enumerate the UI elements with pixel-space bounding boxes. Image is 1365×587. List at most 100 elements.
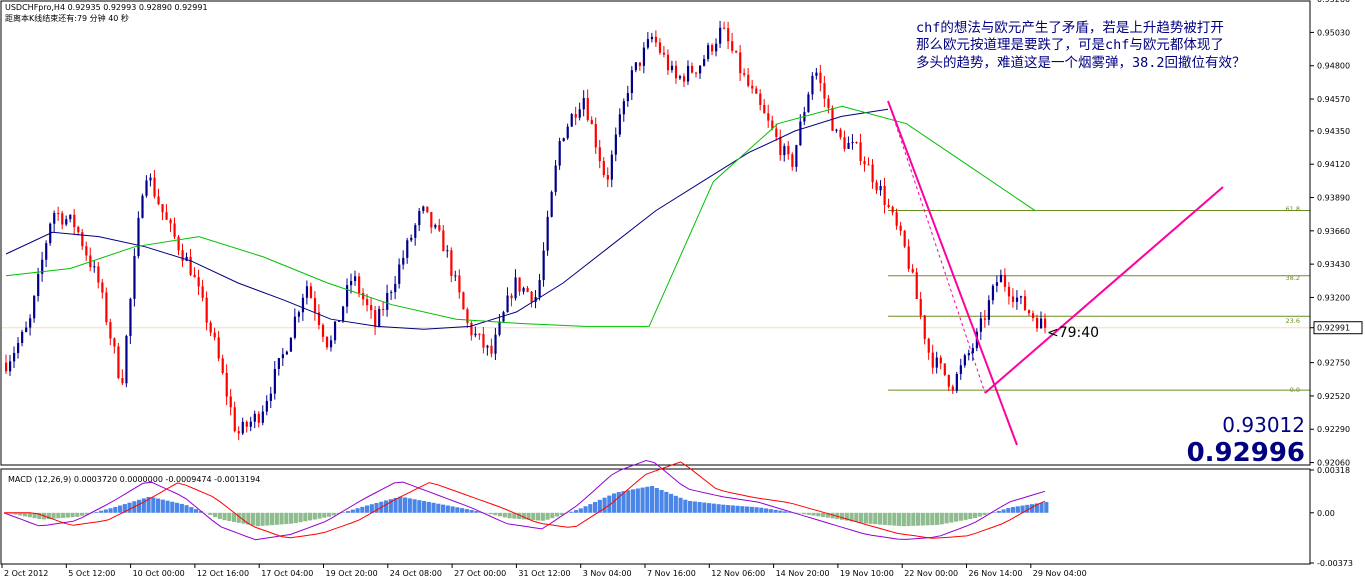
macd-histogram-bar (70, 512, 75, 518)
candle-body (217, 337, 220, 359)
time-tick-label: 3 Nov 04:00 (583, 569, 632, 578)
candle-body (642, 47, 646, 66)
annotation-line-1: chf的想法与欧元产生了矛盾，若是上升趋势被打开 (916, 19, 1224, 36)
macd-histogram-bar (80, 512, 85, 516)
candle-body (674, 65, 678, 79)
macd-histogram-bar (545, 512, 550, 520)
macd-histogram-bar (659, 489, 664, 513)
candle-body (602, 161, 605, 176)
price-tick-label: 0.94800 (1317, 62, 1350, 71)
candle-body (21, 331, 24, 344)
candle-body (354, 276, 357, 282)
candle-body (1007, 286, 1011, 297)
macd-histogram-bar (289, 512, 294, 524)
candle-body (442, 230, 445, 252)
macd-histogram-bar (635, 488, 640, 513)
candle-body (931, 352, 934, 368)
candle-body (333, 321, 337, 341)
candle-body (991, 285, 995, 301)
macd-histogram-bar (778, 510, 783, 513)
macd-histogram-bar (540, 512, 545, 521)
macd-histogram-bar (355, 508, 360, 513)
macd-histogram-bar (745, 506, 750, 513)
candle (289, 337, 293, 352)
macd-tick-label: -0.00373 (1317, 559, 1353, 568)
candle-body (189, 256, 192, 275)
macd-histogram-bar (811, 512, 816, 516)
candle-body (57, 213, 60, 215)
macd-histogram-bar (165, 500, 170, 513)
candle-body (305, 286, 309, 298)
macd-histogram-bar (455, 507, 460, 513)
candle (558, 137, 561, 170)
macd-histogram-bar (711, 503, 716, 513)
macd-histogram-bar (141, 498, 146, 513)
macd-histogram-bar (179, 503, 184, 513)
macd-histogram-bar (350, 509, 355, 513)
candle-body (719, 27, 722, 44)
candle-body (498, 321, 501, 335)
macd-histogram-bar (916, 512, 921, 526)
candle (807, 91, 810, 113)
candle-body (819, 72, 822, 84)
macd-histogram-bar (312, 512, 317, 520)
macd-histogram-bar (631, 489, 636, 513)
candle-body (430, 212, 433, 228)
macd-histogram-bar (859, 512, 864, 523)
candle-body (193, 274, 196, 278)
macd-histogram-bar (1044, 502, 1049, 513)
price-tick-label: 0.92290 (1317, 425, 1350, 434)
macd-histogram-bar (308, 512, 313, 521)
macd-histogram-bar (398, 496, 403, 513)
annotation-line-3: 多头的趋势，难道这是一个烟雾弹，38.2回撤位有效？ (916, 54, 1246, 71)
candle-body (690, 65, 694, 73)
candle-body (81, 232, 84, 247)
candle-body (205, 297, 208, 323)
candle-body (606, 175, 609, 180)
candle-body (121, 377, 124, 384)
candle-body (386, 292, 389, 310)
candle-body (586, 98, 589, 120)
candle-body (614, 134, 617, 155)
candle-body (506, 295, 509, 313)
candle-body (269, 393, 272, 401)
macd-histogram-bar (821, 512, 826, 517)
candle-body (530, 291, 533, 302)
candle-body (570, 114, 573, 127)
macd-histogram-bar (982, 512, 987, 516)
candle-body (370, 305, 373, 311)
candle-body (654, 36, 658, 43)
time-tick-label: 7 Nov 16:00 (647, 569, 696, 578)
big-price-1: 0.93012 (1222, 413, 1305, 437)
candle-body (458, 275, 461, 293)
macd-histogram-bar (270, 512, 275, 526)
candle-body (538, 280, 541, 298)
candle-body (225, 372, 228, 397)
candle-body (787, 146, 790, 155)
candle-body (911, 268, 914, 273)
time-tick-label: 14 Nov 20:00 (776, 569, 830, 578)
candle (943, 363, 946, 377)
candle-body (815, 72, 818, 76)
candle-body (113, 338, 116, 347)
candle-body (169, 219, 172, 224)
candle-body (715, 43, 718, 52)
candle-body (979, 318, 983, 332)
macd-histogram-bar (403, 497, 408, 513)
macd-histogram-bar (944, 512, 949, 524)
macd-histogram-bar (583, 506, 588, 513)
time-tick-label: 5 Oct 12:00 (68, 569, 115, 578)
macd-histogram-bar (160, 499, 165, 513)
candle-body (382, 308, 385, 310)
candle (903, 229, 906, 248)
candle-body (157, 196, 160, 205)
candle-body (233, 407, 236, 432)
macd-histogram-bar (118, 505, 123, 513)
time-tick-label: 31 Oct 12:00 (518, 569, 570, 578)
candle-body (281, 354, 284, 359)
candle-body (434, 225, 437, 228)
candle-body (349, 281, 353, 286)
candle (550, 190, 553, 218)
macd-histogram-bar (683, 499, 688, 513)
macd-histogram-bar (735, 505, 740, 513)
